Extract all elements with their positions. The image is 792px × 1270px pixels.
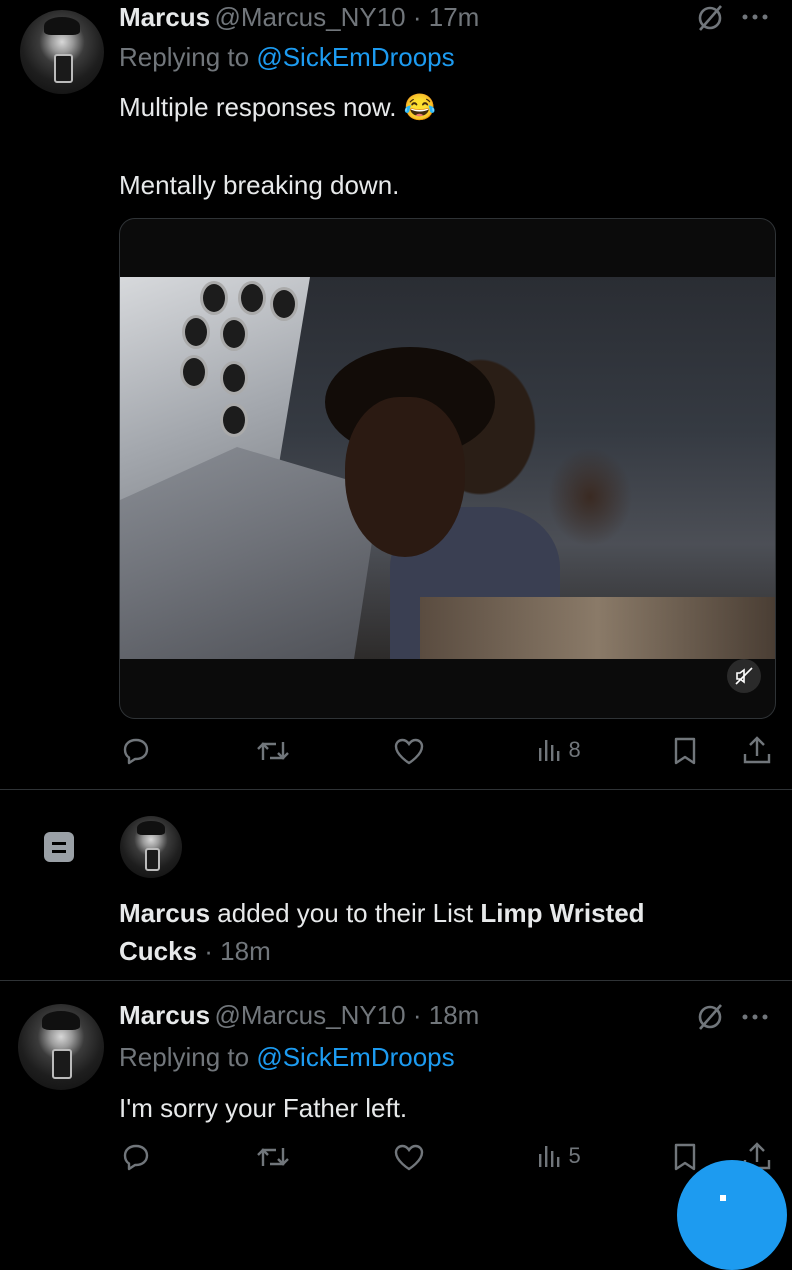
tweet-text: I'm sorry your Father left. [119, 1093, 408, 1123]
list-icon [44, 832, 74, 862]
replying-to-link[interactable]: @SickEmDroops [256, 1042, 454, 1072]
retweet-icon[interactable] [256, 1142, 290, 1172]
notifier-name[interactable]: Marcus [119, 898, 210, 928]
grok-slash-icon[interactable] [695, 3, 725, 33]
tweet-header: Marcus @Marcus_NY10 · 18m [119, 1000, 479, 1031]
separator-dot: · [405, 1000, 429, 1030]
video-player[interactable] [119, 218, 776, 719]
grok-slash-icon[interactable] [695, 1002, 725, 1032]
bookmark-icon[interactable] [672, 736, 698, 766]
views-button[interactable]: 5 [536, 1142, 581, 1172]
views-count: 5 [568, 1143, 581, 1168]
user-handle[interactable]: @Marcus_NY10 [215, 1000, 406, 1030]
tweet-text-line-1: Multiple responses now. 😂 [119, 92, 437, 122]
views-icon [539, 1146, 560, 1167]
avatar[interactable] [18, 1004, 104, 1090]
reply-icon[interactable] [121, 736, 151, 766]
timestamp[interactable]: 17m [429, 2, 480, 32]
timestamp[interactable]: 18m [429, 1000, 480, 1030]
reply-icon[interactable] [121, 1142, 151, 1172]
like-icon[interactable] [393, 737, 425, 765]
replying-to-label: Replying to [119, 1042, 257, 1072]
separator-dot: · [405, 2, 429, 32]
separator-dot: · [197, 936, 221, 966]
replying-to: Replying to @SickEmDroops [119, 42, 455, 73]
share-icon[interactable] [742, 734, 772, 766]
divider [0, 789, 792, 790]
user-handle[interactable]: @Marcus_NY10 [215, 2, 406, 32]
replying-to: Replying to @SickEmDroops [119, 1042, 455, 1073]
compose-button[interactable] [677, 1160, 787, 1270]
mute-icon [735, 667, 753, 685]
divider [0, 980, 792, 981]
replying-to-link[interactable]: @SickEmDroops [256, 42, 454, 72]
tweet-text-line-2: Mentally breaking down. [119, 170, 400, 200]
notification-text: Marcus added you to their List Limp Wris… [119, 894, 759, 970]
list-name-cont[interactable]: Cucks [119, 936, 197, 966]
more-icon[interactable] [740, 12, 770, 22]
plus-icon [720, 1195, 726, 1201]
avatar[interactable] [120, 816, 182, 878]
views-icon [539, 740, 560, 761]
display-name[interactable]: Marcus [119, 2, 210, 32]
tweet-header: Marcus @Marcus_NY10 · 17m [119, 2, 479, 33]
display-name[interactable]: Marcus [119, 1000, 210, 1030]
like-icon[interactable] [393, 1143, 425, 1171]
replying-to-label: Replying to [119, 42, 257, 72]
notification-middle: added you to their List [210, 898, 481, 928]
video-frame [120, 277, 775, 659]
list-name[interactable]: Limp Wristed [480, 898, 644, 928]
more-icon[interactable] [740, 1012, 770, 1022]
views-button[interactable]: 8 [536, 736, 581, 766]
retweet-icon[interactable] [256, 736, 290, 766]
timestamp: 18m [220, 936, 271, 966]
mute-button[interactable] [727, 659, 761, 693]
avatar[interactable] [20, 10, 104, 94]
views-count: 8 [568, 737, 581, 762]
